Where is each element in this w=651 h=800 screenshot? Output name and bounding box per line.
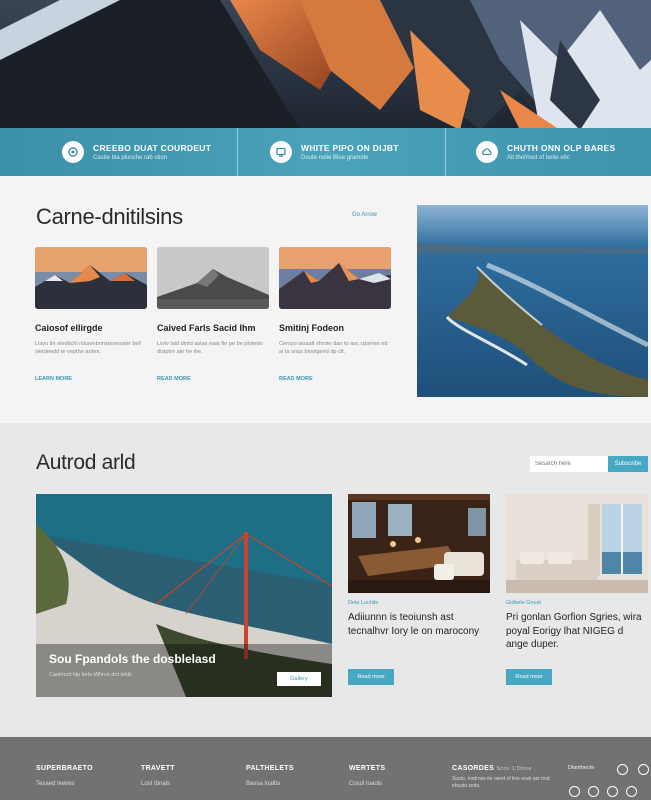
subscribe-button[interactable]: Subscribe bbox=[608, 456, 648, 472]
card-text: Liotv laid dintd aslas eaat fie pe be pl… bbox=[157, 341, 263, 356]
footer-column: SUPERBRAETO Tesaed Iewres bbox=[36, 765, 93, 787]
feature-item-3[interactable]: CHUTH ONN OLP BARES Alt thefmed of beite… bbox=[445, 128, 651, 176]
footer-heading: WERTETS bbox=[349, 765, 386, 772]
footer-contact: CASORDES Scos 1:Dtore Susto, mrdrnse ite… bbox=[452, 765, 552, 790]
social-icons bbox=[569, 786, 637, 797]
card-title: Smitinj Fodeon bbox=[279, 323, 344, 333]
footer-heading: PALTHELETS bbox=[246, 765, 294, 772]
youtube-icon[interactable] bbox=[607, 786, 618, 797]
feature-subtitle: Doute nolie Blue gramide bbox=[301, 155, 369, 161]
card-image bbox=[35, 247, 147, 309]
featured-subtitle: Caelrtoot hip lerlo-Whrcn dnt lelds bbox=[49, 672, 132, 678]
gallery-button[interactable]: Gallery bbox=[277, 672, 321, 686]
section-title: Autrod arld bbox=[36, 451, 136, 474]
feature-item-1[interactable]: CREEBO DUAT COURDEUT Castle bla plunche … bbox=[0, 128, 237, 176]
featured-title: Sou Fpandols the dosblelasd bbox=[49, 652, 216, 666]
footer-heading: TRAVETT bbox=[141, 765, 175, 772]
footer-heading: SUPERBRAETO bbox=[36, 765, 93, 772]
social-icons-top bbox=[617, 764, 649, 775]
circle-badge-icon bbox=[62, 141, 84, 163]
destination-card[interactable]: Caiosof ellirgde Lisyu tin eleditchi nla… bbox=[35, 247, 147, 382]
card-text: Lisyu tin eleditchi nlaseebrinsteseaster… bbox=[35, 341, 142, 356]
pinterest-icon[interactable] bbox=[588, 786, 599, 797]
coastline-image bbox=[417, 205, 648, 397]
search-bar: Subscribe bbox=[530, 456, 648, 472]
feature-item-2[interactable]: WHITE PIPO ON DIJBT Doute nolie Blue gra… bbox=[237, 128, 445, 176]
facebook-icon[interactable] bbox=[569, 786, 580, 797]
card-link[interactable]: READ MORE bbox=[157, 376, 269, 382]
instagram-icon[interactable] bbox=[626, 786, 637, 797]
feature-title: CREEBO DUAT COURDEUT bbox=[93, 143, 212, 153]
cloud-icon bbox=[476, 141, 498, 163]
article-title: Adiiunnn is teoiunsh ast tecnalhvr Iory … bbox=[348, 612, 480, 637]
card-image bbox=[157, 247, 269, 309]
article-title: Pri gonlan Gorfion Sgries, wira poyal Eo… bbox=[506, 612, 642, 650]
articles-section: Autrod arld Subscribe Sou Fpandols the d… bbox=[0, 423, 651, 737]
instagram-icon[interactable] bbox=[617, 764, 628, 775]
card-text: Cersyo sioaalt shrote dan to asc cdsmes … bbox=[279, 341, 388, 356]
feature-subtitle: Castle bla plunche rab stion bbox=[93, 155, 168, 161]
feature-subtitle: Alt thefmed of beite etic bbox=[507, 155, 570, 161]
feature-title: CHUTH ONN OLP BARES bbox=[507, 143, 616, 153]
article-card[interactable]: Gidkele Goust Pri gonlan Gorfion Sgries,… bbox=[506, 494, 648, 685]
footer-brand: Dlanthecte bbox=[568, 765, 595, 771]
destinations-section: Carne-dnitilsins Go Arrow Caiosof ellirg… bbox=[0, 176, 651, 423]
footer-column: TRAVETT Lost Ibnals bbox=[141, 765, 175, 787]
card-image bbox=[279, 247, 391, 309]
feature-bar: CREEBO DUAT COURDEUT Castle bla plunche … bbox=[0, 128, 651, 176]
footer-link[interactable]: Cosul Ioaols bbox=[349, 781, 385, 787]
card-link[interactable]: READ MORE bbox=[279, 376, 391, 382]
destination-card[interactable]: Smitinj Fodeon Cersyo sioaalt shrote dan… bbox=[279, 247, 391, 382]
footer-column: PALTHELETS Baxsa Ioalbs bbox=[246, 765, 294, 787]
footer-column: WERTETS Cosul Ioaols bbox=[349, 765, 385, 787]
feature-title: WHITE PIPO ON DIJBT bbox=[301, 143, 399, 153]
article-image bbox=[506, 494, 648, 593]
article-tag[interactable]: Dela Luchile bbox=[348, 600, 490, 606]
footer: SUPERBRAETO Tesaed Iewres TRAVETT Lost I… bbox=[0, 737, 651, 800]
article-image bbox=[348, 494, 490, 593]
footer-link[interactable]: Tesaed Iewres bbox=[36, 781, 93, 787]
contact-subheading: Scos 1:Dtore bbox=[496, 766, 532, 772]
read-more-button[interactable]: Read more bbox=[506, 669, 552, 685]
article-tag[interactable]: Gidkele Goust bbox=[506, 600, 648, 606]
section-link[interactable]: Go Arrow bbox=[352, 212, 377, 218]
card-title: Caiosof ellirgde bbox=[35, 323, 103, 333]
featured-article[interactable]: Sou Fpandols the dosblelasd Caelrtoot hi… bbox=[36, 494, 332, 697]
footer-link[interactable]: Lost Ibnals bbox=[141, 781, 175, 787]
contact-heading: CASORDES bbox=[452, 765, 495, 772]
read-more-button[interactable]: Read more bbox=[348, 669, 394, 685]
card-title: Caived Farls Sacid Ihm bbox=[157, 323, 256, 333]
card-link[interactable]: LEARN MORE bbox=[35, 376, 147, 382]
twitter-icon[interactable] bbox=[638, 764, 649, 775]
search-input[interactable] bbox=[530, 456, 608, 472]
destination-card[interactable]: Caived Farls Sacid Ihm Liotv laid dintd … bbox=[157, 247, 269, 382]
contact-note: Susto, mrdrnse ite oeed of line ecwt aoi… bbox=[452, 776, 550, 789]
footer-heading: CASORDES Scos 1:Dtore bbox=[452, 765, 552, 772]
hero-mountain-image bbox=[0, 0, 651, 130]
section-title: Carne-dnitilsins bbox=[36, 204, 183, 229]
monitor-icon bbox=[270, 141, 292, 163]
card-list: Caiosof ellirgde Lisyu tin eleditchi nla… bbox=[35, 247, 391, 382]
footer-link[interactable]: Baxsa Ioalbs bbox=[246, 781, 294, 787]
article-card[interactable]: Dela Luchile Adiiunnn is teoiunsh ast te… bbox=[348, 494, 490, 685]
